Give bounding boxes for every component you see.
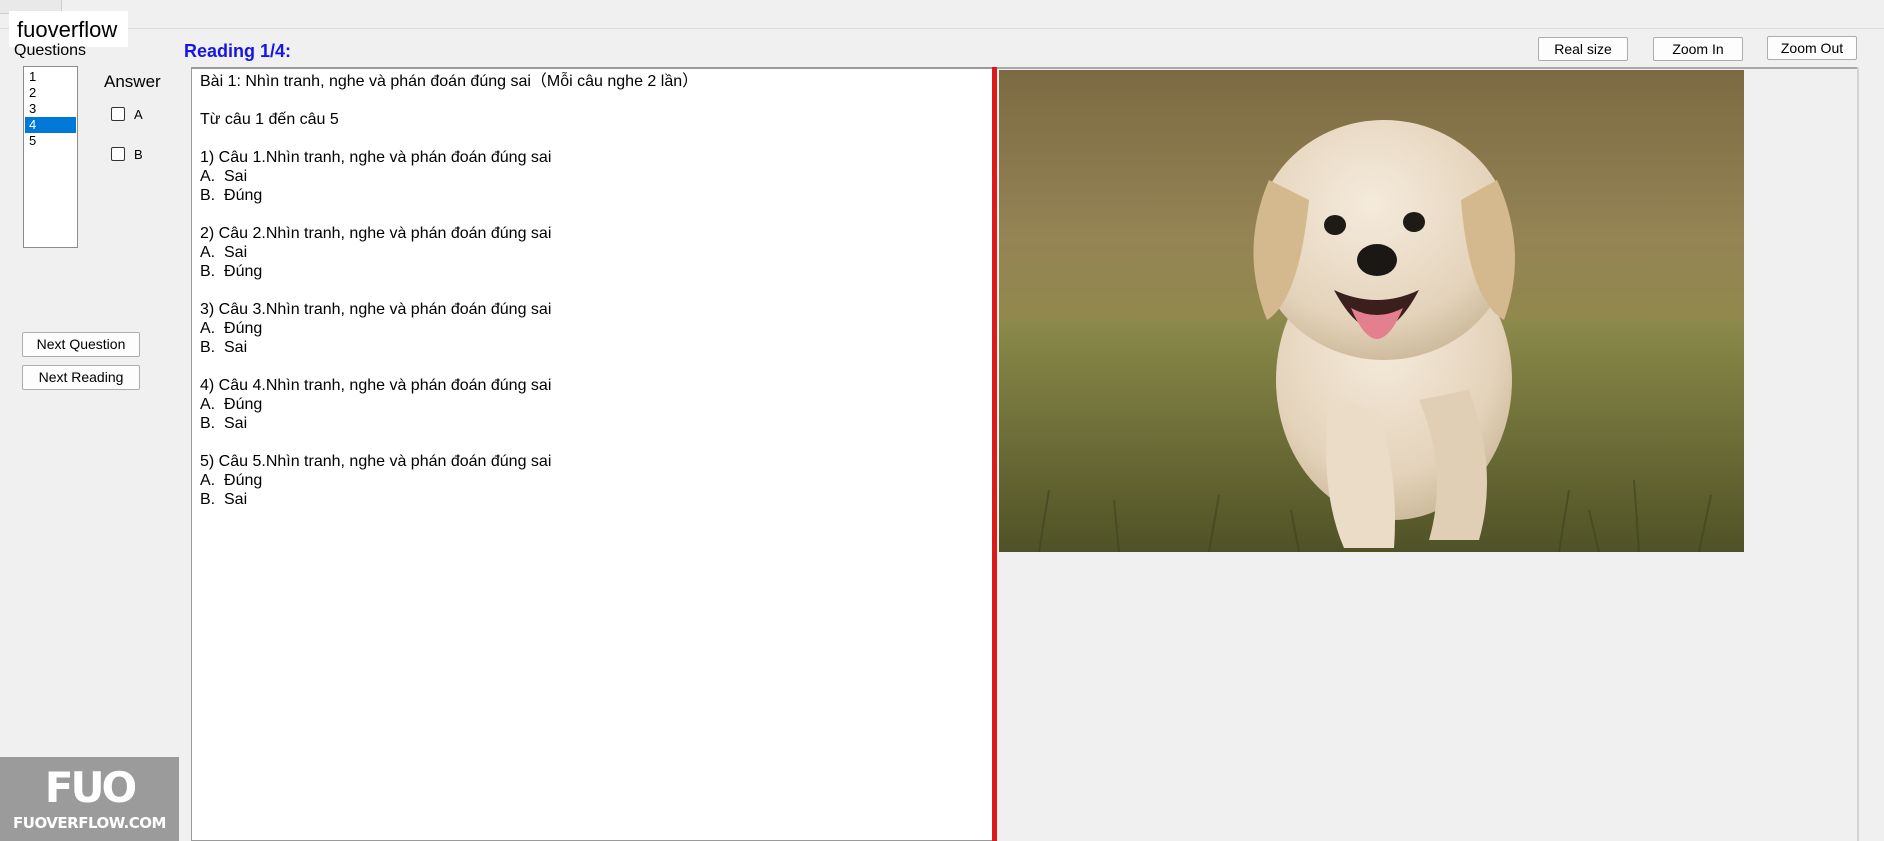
reading-line: A. Đúng (200, 320, 263, 337)
checkbox-a-label: A (134, 106, 143, 122)
reading-line: B. Sai (200, 339, 248, 356)
top-separator (0, 28, 1884, 29)
next-question-button[interactable]: Next Question (22, 332, 140, 357)
question-item-5[interactable]: 5 (25, 133, 76, 149)
reading-title: Reading 1/4: (184, 41, 292, 61)
question-item-2[interactable]: 2 (25, 85, 76, 101)
reading-line (200, 433, 984, 452)
reading-line: A. Đúng (200, 472, 263, 489)
question-list[interactable]: 1 2 3 4 5 (23, 66, 78, 248)
puppy-photo (999, 70, 1744, 552)
zoom-in-button[interactable]: Zoom In (1653, 37, 1743, 61)
reading-line (200, 205, 984, 224)
logo-mark: FUO (44, 763, 138, 812)
reading-line: A. Sai (200, 244, 248, 261)
fuoverflow-logo: FUO FUOVERFLOW.COM (0, 757, 179, 841)
reading-line (200, 129, 984, 148)
checkbox-b[interactable] (111, 147, 125, 161)
checkbox-a[interactable] (111, 107, 125, 121)
reading-line: B. Đúng (200, 187, 263, 204)
reading-line: B. Sai (200, 491, 248, 508)
question-item-4[interactable]: 4 (25, 117, 76, 133)
reading-line: 4) Câu 4.Nhìn tranh, nghe và phán đoán đ… (200, 377, 552, 394)
reading-line (200, 357, 984, 376)
answer-option-a[interactable]: A (111, 105, 143, 123)
reading-line: A. Đúng (200, 396, 263, 413)
questions-label: Questions (14, 42, 87, 59)
reading-line: 5) Câu 5.Nhìn tranh, nghe và phán đoán đ… (200, 453, 552, 470)
zoom-out-button[interactable]: Zoom Out (1767, 36, 1857, 60)
answer-option-b[interactable]: B (111, 145, 143, 163)
checkbox-b-label: B (134, 146, 143, 162)
answer-label: Answer (104, 72, 161, 91)
logo-text: FUOVERFLOW.COM (13, 814, 166, 832)
reading-line: 1) Câu 1.Nhìn tranh, nghe và phán đoán đ… (200, 149, 552, 166)
reading-line: A. Sai (200, 168, 248, 185)
real-size-button[interactable]: Real size (1538, 37, 1628, 61)
reading-text-panel[interactable]: Bài 1: Nhìn tranh, nghe và phán đoán đún… (191, 67, 993, 841)
next-reading-button[interactable]: Next Reading (22, 365, 140, 390)
reading-line (200, 91, 984, 110)
reading-line: 3) Câu 3.Nhìn tranh, nghe và phán đoán đ… (200, 301, 552, 318)
reading-line: Bài 1: Nhìn tranh, nghe và phán đoán đún… (200, 73, 699, 90)
reading-line: Từ câu 1 đến câu 5 (200, 111, 339, 128)
reading-line (200, 281, 984, 300)
image-panel-edge (1857, 67, 1859, 841)
reading-line: B. Đúng (200, 263, 263, 280)
reading-line: 2) Câu 2.Nhìn tranh, nghe và phán đoán đ… (200, 225, 552, 242)
question-item-3[interactable]: 3 (25, 101, 76, 117)
reading-line: B. Sai (200, 415, 248, 432)
question-item-1[interactable]: 1 (25, 69, 76, 85)
